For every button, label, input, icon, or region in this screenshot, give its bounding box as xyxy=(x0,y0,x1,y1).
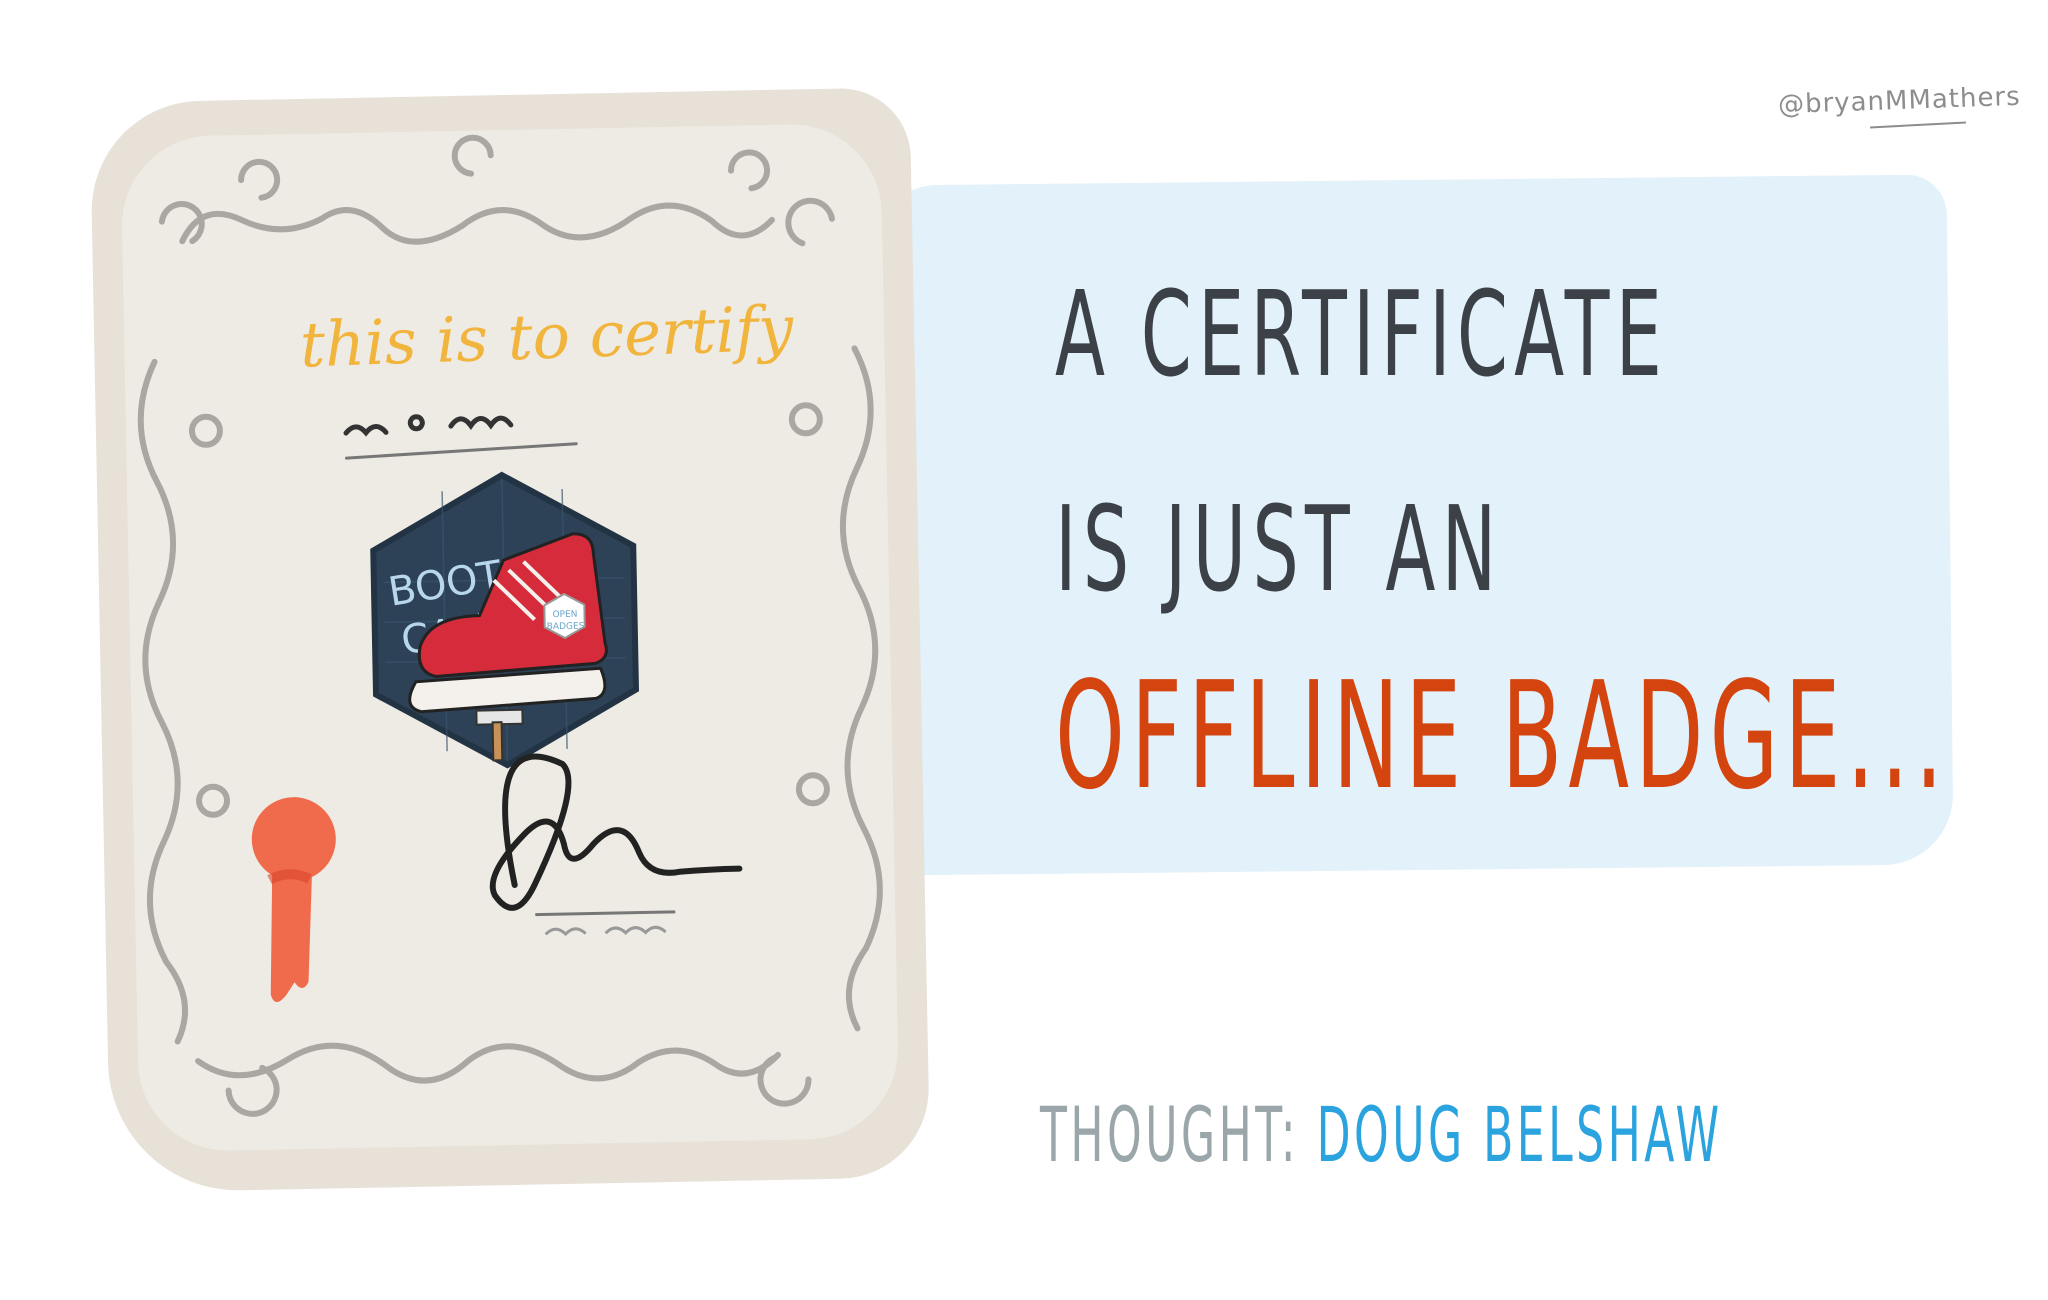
signature-scribble xyxy=(489,753,743,911)
open-badges-text-1: OPEN xyxy=(552,610,577,620)
headline-line-1: A CERTIFICATE xyxy=(1055,265,1669,403)
signature-printed-name xyxy=(544,925,667,937)
attribution-underline xyxy=(1870,121,1966,129)
certificate-illustration: BOOT CAMP OPEN BADGES xyxy=(137,134,883,1117)
bootcamp-badge: BOOT CAMP OPEN BADGES xyxy=(370,471,640,769)
headline-line-3: OFFLINE BADGE... xyxy=(1055,650,1950,822)
thought-credit: THOUGHT: DOUG BELSHAW xyxy=(1040,1090,1723,1179)
artist-attribution: @bryanMMathers xyxy=(1777,81,2022,121)
credit-label: THOUGHT: xyxy=(1040,1090,1300,1179)
open-badges-text-2: BADGES xyxy=(547,622,585,633)
credit-name: DOUG BELSHAW xyxy=(1316,1090,1723,1179)
wax-seal-icon xyxy=(251,797,336,1003)
recipient-name-scribble xyxy=(343,414,578,460)
headline-line-2: IS JUST AN xyxy=(1055,480,1503,618)
